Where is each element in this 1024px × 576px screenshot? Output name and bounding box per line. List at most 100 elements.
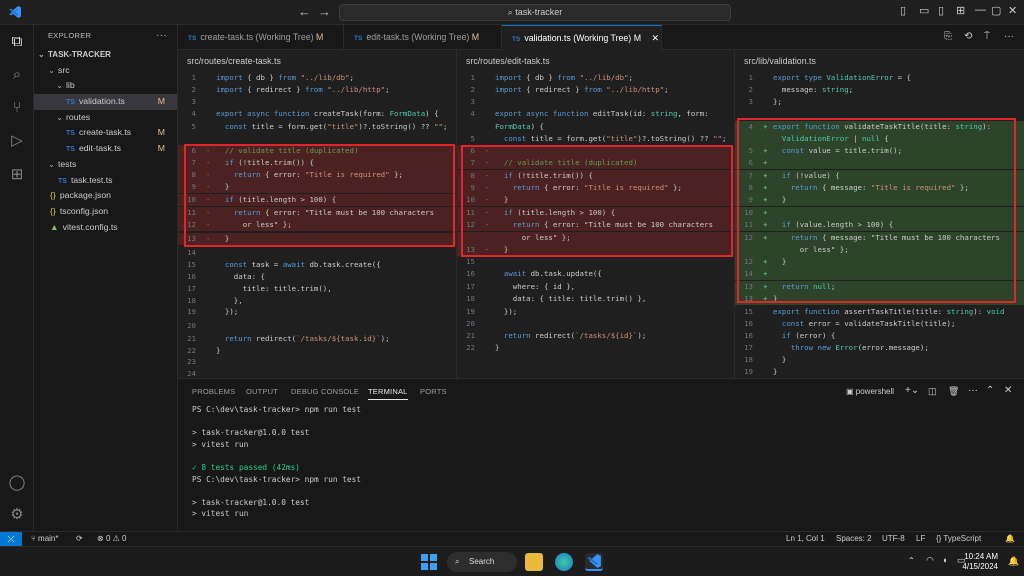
code-line[interactable]: or less" }; bbox=[457, 232, 734, 245]
code-line[interactable]: 19} bbox=[735, 366, 1024, 378]
toggle-secondary-sidebar-icon[interactable]: ▯ bbox=[938, 4, 944, 17]
tab-create-task[interactable]: TS create-task.ts (Working Tree) M bbox=[178, 25, 344, 50]
code-line[interactable]: 22} bbox=[457, 342, 734, 354]
code-line[interactable]: 13 +} bbox=[735, 293, 1024, 306]
code-line[interactable]: 9 - return { error: "Title is required" }… bbox=[457, 182, 734, 195]
tree-file[interactable]: TS task.test.ts bbox=[34, 173, 177, 189]
code-line[interactable]: 14 + bbox=[735, 268, 1024, 281]
code-line[interactable]: 4 export async function editTask(id: stri… bbox=[457, 108, 734, 120]
language-mode[interactable]: {} TypeScript bbox=[936, 532, 981, 546]
run-debug-icon[interactable]: ▷ bbox=[8, 132, 26, 150]
pin-icon[interactable]: ⍑ bbox=[984, 31, 990, 42]
code-line[interactable]: 15 bbox=[457, 256, 734, 268]
panel-tab-terminal[interactable]: TERMINAL bbox=[368, 387, 408, 400]
code-line[interactable]: 10 + bbox=[735, 207, 1024, 220]
tree-folder[interactable]: ⌄ tests bbox=[34, 157, 177, 173]
notification-icon[interactable]: 🔔 bbox=[1008, 556, 1019, 567]
code-line[interactable]: 5 + const value = title.trim(); bbox=[735, 145, 1024, 158]
branch-indicator[interactable]: ⑂ main* bbox=[31, 532, 58, 546]
code-line[interactable]: 23 bbox=[178, 356, 456, 368]
tree-file[interactable]: ▲ vitest.config.ts bbox=[34, 220, 177, 236]
code-line[interactable]: 2 message: string; bbox=[735, 84, 1024, 96]
notifications-bell-icon[interactable]: 🔔 bbox=[1005, 532, 1015, 546]
code-line[interactable]: FormData) { bbox=[457, 121, 734, 133]
search-icon[interactable]: ⌕ bbox=[8, 66, 26, 84]
code-line[interactable]: ValidationError | null { bbox=[735, 133, 1024, 146]
panel-tab-ports[interactable]: PORTS bbox=[420, 387, 447, 396]
tree-file[interactable]: TS edit-task.ts M bbox=[34, 141, 177, 157]
code-line[interactable]: 15 const task = await db.task.create({ bbox=[178, 259, 456, 271]
code-line[interactable]: 9 - } bbox=[178, 181, 456, 194]
windows-start-icon[interactable] bbox=[421, 554, 437, 570]
code-line[interactable]: 20 bbox=[178, 320, 456, 332]
more-actions-icon[interactable]: ··· bbox=[156, 25, 167, 47]
code-line[interactable]: 7 + if (!value) { bbox=[735, 170, 1024, 183]
wifi-icon[interactable]: ◠ bbox=[926, 555, 934, 566]
close-tab-icon[interactable]: ✕ bbox=[651, 33, 658, 43]
code-line[interactable]: 15 export function assertTaskTitle(title:… bbox=[735, 306, 1024, 318]
diff-pane-create-task[interactable]: src/routes/create-task.ts 1 import { db }… bbox=[178, 50, 457, 378]
code-line[interactable]: 18 data: { title: title.trim() }, bbox=[457, 293, 734, 305]
code-line[interactable]: 3 bbox=[457, 96, 734, 108]
code-line[interactable]: 5 const title = form.get("title")?.toStr… bbox=[178, 121, 456, 133]
open-changes-icon[interactable]: ⎘ bbox=[944, 31, 952, 42]
extensions-icon[interactable]: ⊞ bbox=[8, 166, 26, 184]
remote-indicator-icon[interactable]: ⤫ bbox=[0, 532, 22, 547]
command-center-search[interactable]: ⌕ task-tracker bbox=[339, 4, 731, 21]
code-line[interactable]: 10 - if (title.length > 100) { bbox=[178, 194, 456, 207]
revert-icon[interactable]: ⟲ bbox=[964, 31, 972, 42]
code-line[interactable]: 9 + } bbox=[735, 194, 1024, 207]
code-line[interactable]: 12 + return { message: "Title must be 100… bbox=[735, 232, 1024, 245]
code-line[interactable]: 2 import { redirect } from "../lib/http"; bbox=[457, 84, 734, 96]
close-panel-icon[interactable]: ✕ bbox=[1004, 385, 1012, 396]
sync-icon[interactable]: ⟳ bbox=[76, 532, 83, 546]
code-line[interactable]: 7 - if (!title.trim()) { bbox=[178, 157, 456, 170]
tree-folder[interactable]: ⌄ src bbox=[34, 63, 177, 79]
encoding[interactable]: UTF-8 bbox=[882, 532, 905, 546]
code-line[interactable]: 13 - } bbox=[457, 244, 734, 257]
more-actions-icon[interactable]: ··· bbox=[968, 385, 978, 396]
back-arrow-icon[interactable]: ← bbox=[298, 4, 311, 19]
code-line[interactable]: 10 - } bbox=[457, 194, 734, 207]
code-line[interactable]: 6- bbox=[457, 145, 734, 158]
code-line[interactable]: 4 export async function createTask(form: … bbox=[178, 108, 456, 120]
code-line[interactable]: 17 where: { id }, bbox=[457, 281, 734, 293]
code-line[interactable]: 13 - } bbox=[178, 233, 456, 246]
code-line[interactable]: 19 }); bbox=[178, 306, 456, 318]
terminal-shell[interactable]: ▣ powershell bbox=[846, 387, 894, 396]
cursor-position[interactable]: Ln 1, Col 1 bbox=[786, 532, 825, 546]
tree-file[interactable]: TS create-task.ts M bbox=[34, 125, 177, 141]
problems-indicator[interactable]: ⊗ 0 ⚠ 0 bbox=[97, 532, 126, 546]
tree-folder[interactable]: ⌄ lib bbox=[34, 78, 177, 94]
taskbar-search[interactable]: ⌕ Search bbox=[447, 552, 517, 572]
code-line[interactable]: 1 import { db } from "../lib/db"; bbox=[178, 72, 456, 84]
indentation[interactable]: Spaces: 2 bbox=[836, 532, 872, 546]
code-line[interactable]: 8 + return { message: "Title is required"… bbox=[735, 182, 1024, 195]
code-line[interactable]: 17 title: title.trim(), bbox=[178, 283, 456, 295]
toggle-panel-icon[interactable]: ▭ bbox=[919, 4, 929, 17]
forward-arrow-icon[interactable]: → bbox=[318, 4, 331, 19]
toggle-sidebar-icon[interactable]: ▯ bbox=[900, 4, 906, 17]
code-line[interactable]: 12 + } bbox=[735, 256, 1024, 269]
code-line[interactable]: 1 export type ValidationError = { bbox=[735, 72, 1024, 84]
code-line[interactable]: 6 - // validate title (duplicated) bbox=[178, 145, 456, 158]
code-line[interactable]: 1 import { db } from "../lib/db"; bbox=[457, 72, 734, 84]
maximize-icon[interactable]: ▢ bbox=[991, 4, 1001, 17]
code-line[interactable]: 18 } bbox=[735, 354, 1024, 366]
trash-icon[interactable]: 🗑 bbox=[948, 386, 959, 397]
code-line[interactable]: 6 + bbox=[735, 157, 1024, 170]
code-line[interactable]: 8 - return { error: "Title is required" }… bbox=[178, 169, 456, 182]
code-line[interactable]: 12 - return { error: "Title must be 100 c… bbox=[457, 219, 734, 232]
panel-tab-debug-console[interactable]: DEBUG CONSOLE bbox=[291, 387, 359, 396]
account-icon[interactable]: ◯ bbox=[8, 474, 26, 492]
workspace-root[interactable]: ⌄ TASK-TRACKER bbox=[34, 47, 177, 63]
close-icon[interactable]: ✕ bbox=[1008, 4, 1017, 17]
code-line[interactable]: 3}; bbox=[735, 96, 1024, 108]
tray-chevron-icon[interactable]: ⌃ bbox=[908, 556, 915, 565]
code-line[interactable]: 16 data: { bbox=[178, 271, 456, 283]
split-terminal-icon[interactable]: ◫ bbox=[928, 386, 937, 397]
code-line[interactable]: 7 - // validate title (duplicated) bbox=[457, 157, 734, 170]
tree-file[interactable]: {} package.json bbox=[34, 188, 177, 204]
code-line[interactable]: 19 }); bbox=[457, 306, 734, 318]
tree-file[interactable]: {} tsconfig.json bbox=[34, 204, 177, 220]
